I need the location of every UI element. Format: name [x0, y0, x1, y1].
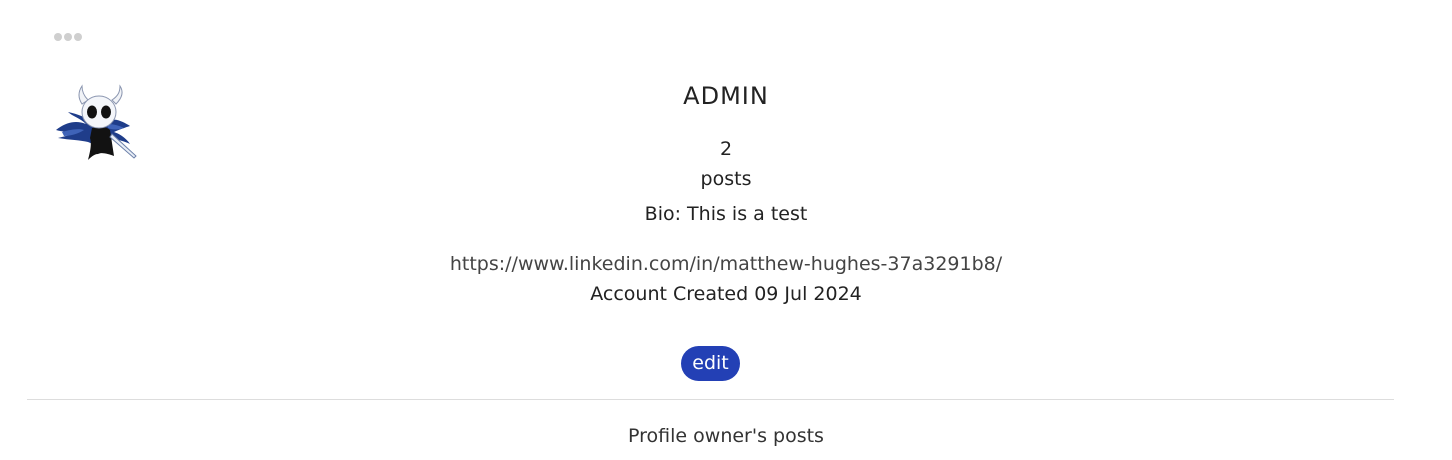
edit-profile-button[interactable]: edit [681, 346, 740, 381]
profile-posts-heading: Profile owner's posts [628, 425, 824, 447]
post-count-label: posts [700, 168, 752, 190]
account-created-date: Account Created 09 Jul 2024 [590, 283, 862, 305]
section-divider [27, 399, 1394, 400]
more-options-icon[interactable] [54, 31, 86, 43]
menu-dot [54, 33, 62, 41]
profile-username: ADMIN [683, 82, 769, 110]
post-count: 2 [719, 138, 733, 160]
profile-bio: Bio: This is a test [644, 203, 808, 225]
menu-dot [64, 33, 72, 41]
profile-linkedin-link[interactable]: https://www.linkedin.com/in/matthew-hugh… [0, 253, 1452, 275]
menu-dot [74, 33, 82, 41]
